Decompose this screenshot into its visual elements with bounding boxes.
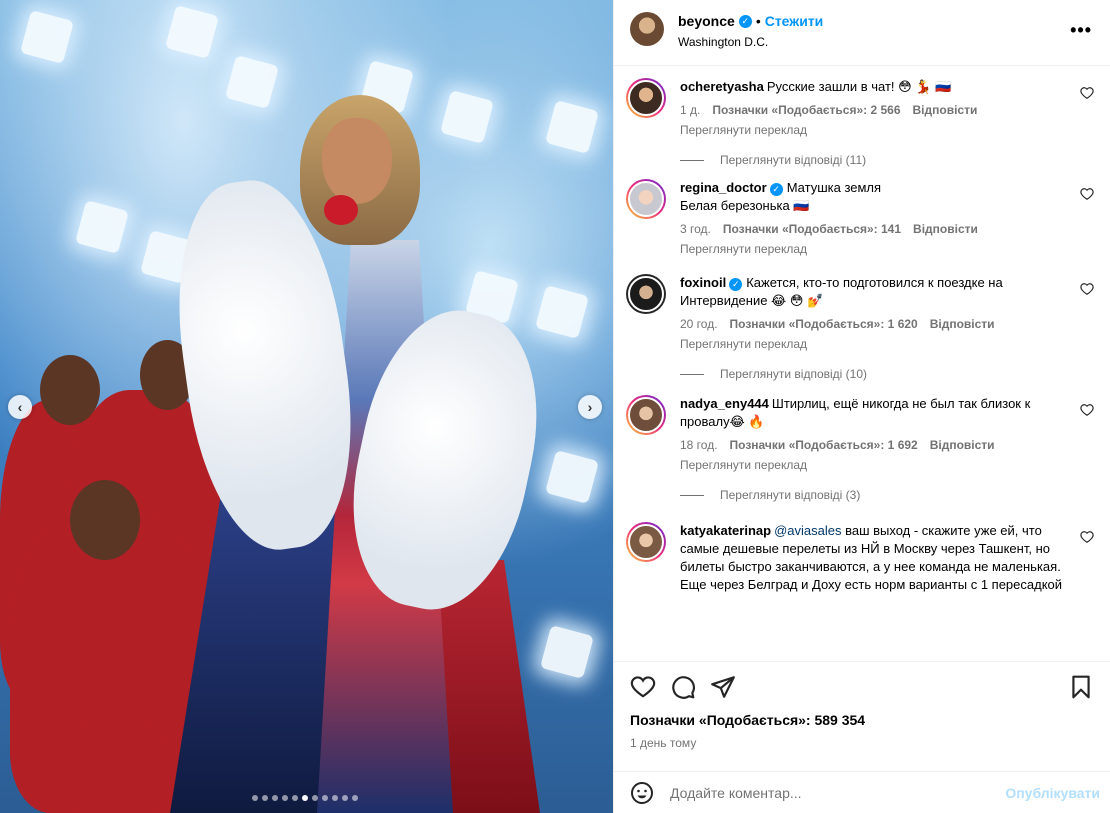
comment: ocheretyasha Русские зашли в чат! 😳 💃 🇷🇺 … xyxy=(626,78,1094,137)
divider xyxy=(680,494,704,496)
avatar[interactable] xyxy=(626,395,666,435)
carousel-dot xyxy=(272,795,278,801)
heart-icon[interactable] xyxy=(630,674,656,700)
bookmark-icon[interactable] xyxy=(1068,674,1094,700)
post-time[interactable]: 1 день тому xyxy=(630,736,1094,750)
post-media: ‹ › xyxy=(0,0,613,813)
reply-button[interactable]: Відповісти xyxy=(930,317,995,331)
verified-icon: ✓ xyxy=(729,277,743,291)
comment-composer: Опублікувати xyxy=(614,771,1110,813)
chevron-right-icon: › xyxy=(587,399,593,415)
emoji-icon[interactable] xyxy=(630,781,654,805)
likes-count[interactable]: Позначки «Подобається»: 589 354 xyxy=(630,712,1094,728)
carousel-dot xyxy=(262,795,268,801)
comment-likes[interactable]: Позначки «Подобається»: 1 620 xyxy=(730,317,918,331)
divider xyxy=(680,373,704,375)
comment-input[interactable] xyxy=(670,784,1006,801)
comment-username[interactable]: katyakaterinap xyxy=(680,523,771,538)
author-username[interactable]: beyonce xyxy=(678,13,735,29)
post-header: beyonce ✓ • Стежити Washington D.C. ••• xyxy=(614,0,1110,66)
singer-face xyxy=(322,118,392,204)
dancer xyxy=(60,720,170,813)
comment-username[interactable]: nadya_eny444 xyxy=(680,396,769,411)
heart-icon[interactable] xyxy=(1080,403,1094,417)
avatar[interactable] xyxy=(626,179,666,219)
share-icon[interactable] xyxy=(710,674,736,700)
reply-button[interactable]: Відповісти xyxy=(930,438,995,452)
carousel-dot xyxy=(352,795,358,801)
carousel-prev-button[interactable]: ‹ xyxy=(8,395,32,419)
heart-icon[interactable] xyxy=(1080,86,1094,100)
comment-time[interactable]: 1 д. xyxy=(680,103,700,117)
instagram-post: ‹ › beyonce ✓ • Стежити Washington D.C. … xyxy=(0,0,1110,813)
avatar[interactable] xyxy=(626,274,666,314)
avatar[interactable] xyxy=(626,78,666,118)
separator: • xyxy=(755,13,761,29)
post-actions: Позначки «Подобається»: 589 354 1 день т… xyxy=(614,661,1110,774)
carousel-indicator xyxy=(252,795,358,801)
view-replies-button[interactable]: Переглянути відповіді (10) xyxy=(680,367,1094,381)
microphone-rose xyxy=(324,195,358,225)
comment: katyakaterinap @aviasales ваш выход - ска… xyxy=(626,522,1094,594)
carousel-dot xyxy=(322,795,328,801)
view-replies-label: Переглянути відповіді (11) xyxy=(720,153,867,167)
follow-button[interactable]: Стежити xyxy=(765,13,824,29)
carousel-dot xyxy=(302,795,308,801)
heart-icon[interactable] xyxy=(1080,187,1094,201)
comment: foxinoil ✓ Кажется, кто-то подготовился к … xyxy=(626,274,1094,351)
carousel-dot xyxy=(282,795,288,801)
comment-time[interactable]: 3 год. xyxy=(680,222,711,236)
divider xyxy=(680,159,704,161)
comment: nadya_eny444 Штирлиц, ещё никогда не был … xyxy=(626,395,1094,472)
carousel-dot xyxy=(252,795,258,801)
comments-list: ocheretyasha Русские зашли в чат! 😳 💃 🇷🇺 … xyxy=(614,66,1110,660)
post-sidebar: beyonce ✓ • Стежити Washington D.C. ••• … xyxy=(613,0,1110,813)
carousel-dot xyxy=(312,795,318,801)
view-replies-label: Переглянути відповіді (3) xyxy=(720,488,861,502)
comment-likes[interactable]: Позначки «Подобається»: 1 692 xyxy=(730,438,918,452)
avatar[interactable] xyxy=(630,12,664,46)
publish-button[interactable]: Опублікувати xyxy=(1005,785,1100,801)
verified-icon: ✓ xyxy=(769,182,783,196)
carousel-dot xyxy=(292,795,298,801)
comment-username[interactable]: regina_doctor xyxy=(680,180,767,195)
comment-likes[interactable]: Позначки «Подобається»: 141 xyxy=(723,222,901,236)
heart-icon[interactable] xyxy=(1080,530,1094,544)
translate-link[interactable]: Переглянути переклад xyxy=(680,458,1070,472)
dancer xyxy=(70,480,140,560)
post-location[interactable]: Washington D.C. xyxy=(678,35,823,49)
comment-icon[interactable] xyxy=(670,674,696,700)
reply-button[interactable]: Відповісти xyxy=(913,103,978,117)
chevron-left-icon: ‹ xyxy=(17,399,23,415)
verified-icon: ✓ xyxy=(738,14,752,28)
heart-icon[interactable] xyxy=(1080,282,1094,296)
comment-text: Матушка земля xyxy=(786,180,882,195)
comment-text: Русские зашли в чат! 😳 💃 🇷🇺 xyxy=(766,79,952,94)
comment-likes[interactable]: Позначки «Подобається»: 2 566 xyxy=(712,103,900,117)
comment-username[interactable]: foxinoil xyxy=(680,275,726,290)
carousel-dot xyxy=(342,795,348,801)
view-replies-button[interactable]: Переглянути відповіді (11) xyxy=(680,153,1094,167)
translate-link[interactable]: Переглянути переклад xyxy=(680,242,1070,256)
comment: regina_doctor ✓ Матушка земля Белая березо… xyxy=(626,179,1094,256)
comment-time[interactable]: 20 год. xyxy=(680,317,718,331)
comment-text: Кажется, кто-то подготовился к поездке н… xyxy=(680,275,1003,308)
translate-link[interactable]: Переглянути переклад xyxy=(680,123,1070,137)
avatar[interactable] xyxy=(626,522,666,562)
carousel-dot xyxy=(332,795,338,801)
comment-time[interactable]: 18 год. xyxy=(680,438,718,452)
mention-link[interactable]: @aviasales xyxy=(774,523,841,538)
reply-button[interactable]: Відповісти xyxy=(913,222,978,236)
translate-link[interactable]: Переглянути переклад xyxy=(680,337,1070,351)
more-options-icon[interactable]: ••• xyxy=(1070,20,1092,41)
carousel-next-button[interactable]: › xyxy=(578,395,602,419)
comment-text: Белая березонька 🇷🇺 xyxy=(680,198,810,213)
view-replies-button[interactable]: Переглянути відповіді (3) xyxy=(680,488,1094,502)
comment-username[interactable]: ocheretyasha xyxy=(680,79,764,94)
view-replies-label: Переглянути відповіді (10) xyxy=(720,367,868,381)
